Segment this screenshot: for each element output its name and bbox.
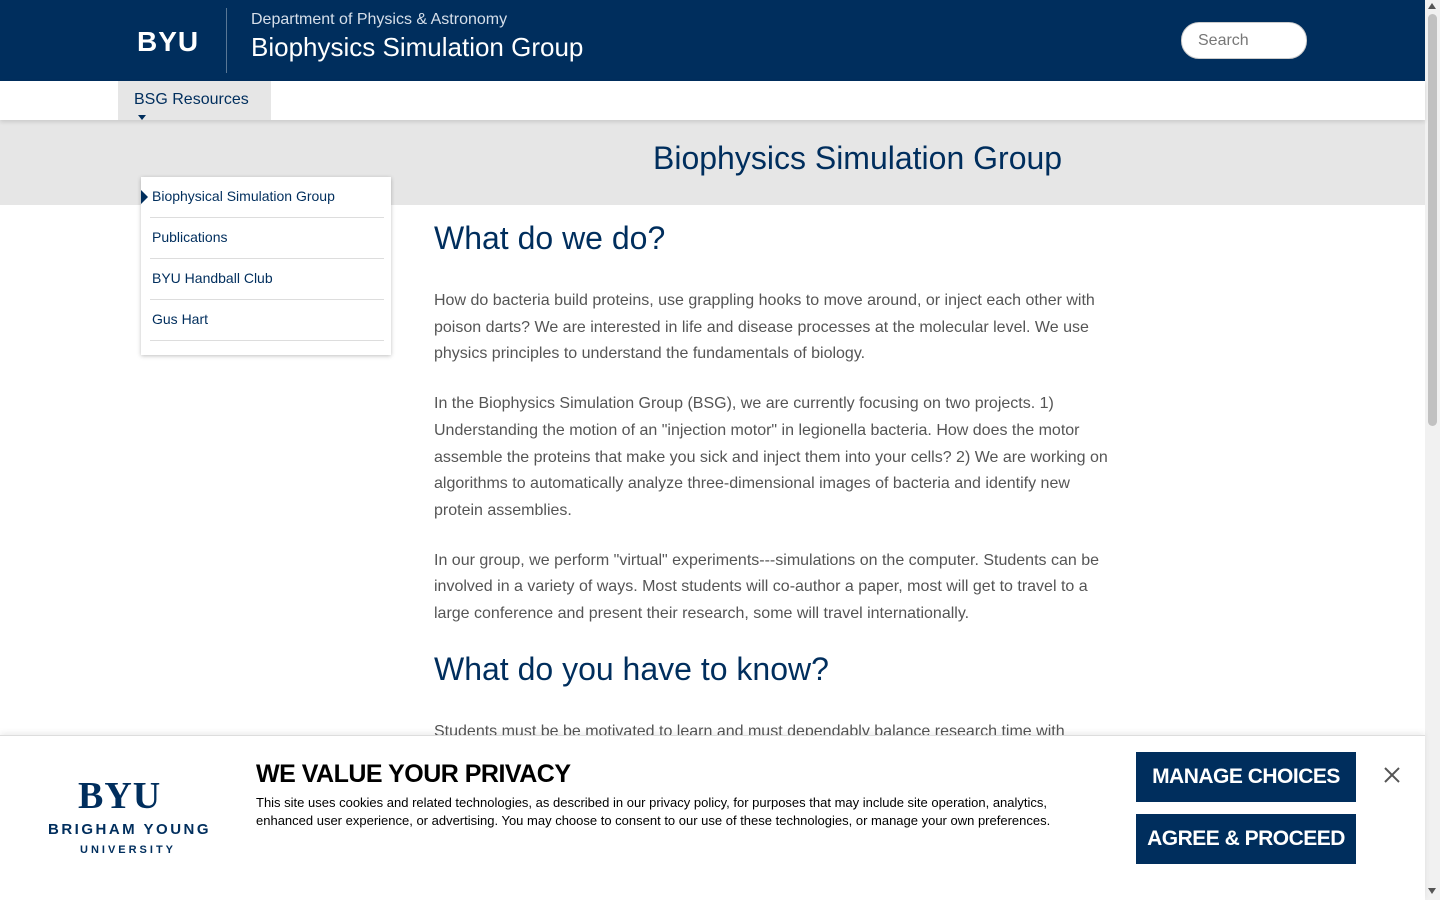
cookie-banner: BYU BRIGHAM YOUNG UNIVERSITY WE VALUE YO… — [0, 735, 1425, 900]
logo-brigham-young: BRIGHAM YOUNG — [48, 821, 212, 838]
search-input[interactable] — [1181, 22, 1307, 59]
sidebar-item-publications[interactable]: Publications — [150, 218, 384, 259]
scroll-down-icon[interactable] — [1428, 888, 1436, 894]
sidebar-item-handball-club[interactable]: BYU Handball Club — [150, 259, 384, 300]
site-header: BYU Department of Physics & Astronomy Bi… — [0, 0, 1425, 81]
page-title: Biophysics Simulation Group — [653, 140, 1063, 176]
manage-choices-button[interactable]: MANAGE CHOICES — [1136, 752, 1356, 802]
section-heading-what-we-do: What do we do? — [434, 220, 666, 256]
caret-down-icon — [138, 115, 146, 121]
main-content: What do we do? How do bacteria build pro… — [434, 220, 1114, 768]
sidebar-nav: Biophysical Simulation Group Publication… — [141, 177, 391, 355]
scroll-thumb[interactable] — [1428, 14, 1437, 426]
sidebar-item-biophysical-simulation-group[interactable]: Biophysical Simulation Group — [150, 177, 384, 218]
section-heading-what-to-know: What do you have to know? — [434, 650, 829, 687]
department-link[interactable]: Department of Physics & Astronomy — [251, 11, 507, 29]
paragraph: How do bacteria build proteins, use grap… — [434, 292, 1095, 363]
close-icon[interactable] — [1382, 765, 1402, 785]
sidebar-item-gus-hart[interactable]: Gus Hart — [150, 300, 384, 341]
active-arrow-icon — [141, 190, 148, 204]
page-scrollbar[interactable] — [1425, 0, 1440, 900]
dropdown-label: BSG Resources — [134, 91, 249, 108]
header-divider — [226, 8, 227, 73]
bsg-resources-dropdown[interactable]: BSG Resources — [118, 81, 271, 121]
byu-logo[interactable]: BYU — [137, 26, 199, 58]
logo-university: UNIVERSITY — [80, 844, 177, 856]
main-nav: BSG Resources — [0, 81, 1425, 121]
agree-proceed-button[interactable]: AGREE & PROCEED — [1136, 814, 1356, 864]
site-title[interactable]: Biophysics Simulation Group — [251, 32, 583, 63]
privacy-text: This site uses cookies and related techn… — [256, 795, 1051, 828]
privacy-title: WE VALUE YOUR PRIVACY — [256, 760, 571, 788]
byu-cookie-logo: BYU — [78, 775, 162, 817]
scroll-up-icon[interactable] — [1428, 3, 1436, 9]
paragraph: In the Biophysics Simulation Group (BSG)… — [434, 395, 1108, 519]
paragraph: In our group, we perform "virtual" exper… — [434, 551, 1100, 623]
